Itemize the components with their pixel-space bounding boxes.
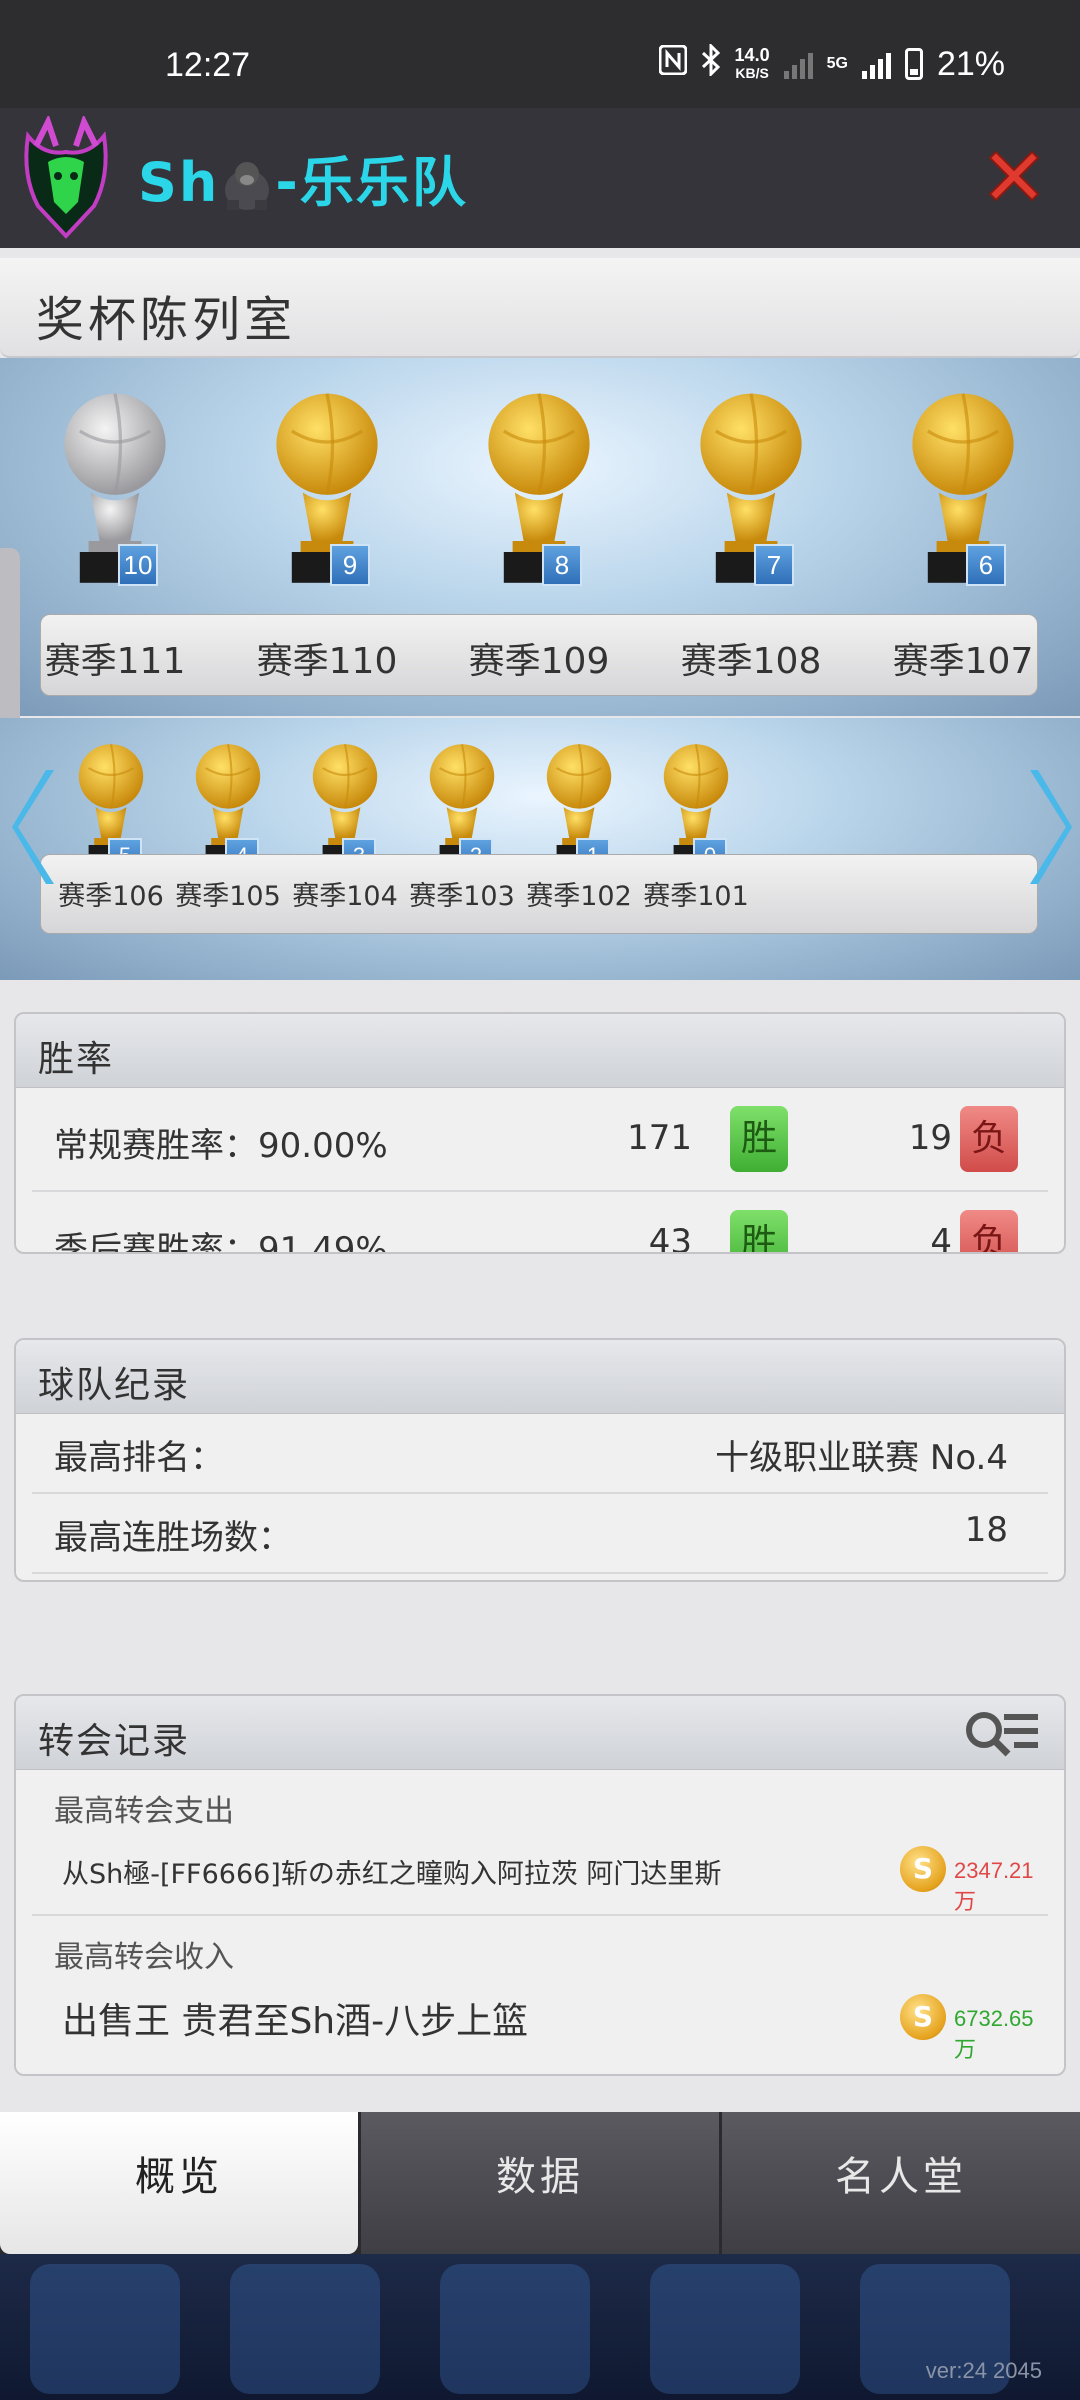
season-label: 赛季108 — [680, 641, 822, 682]
transfer-record-card: 转会记录 最高转会支出 从Sh極-[FF6666]斩の赤红之瞳购入阿拉茨 阿门达… — [14, 1694, 1066, 2076]
win-tag: 胜 — [730, 1106, 788, 1172]
version-text: ver:24 2045 — [925, 2358, 1042, 2383]
coin-icon: S — [900, 1846, 946, 1892]
team-logo — [18, 114, 114, 240]
record-label: 最高排名： — [54, 1438, 224, 1478]
team-panel: 奖杯陈列室 10 9 8 7 6 赛季111 赛季110 赛季109 赛季108… — [0, 248, 1080, 2112]
record-label: 最高连胜场数： — [54, 1518, 292, 1558]
playoff-losses: 4 — [930, 1222, 952, 1254]
season-label: 赛季105 — [175, 881, 281, 912]
team-name-prefix: Sh — [138, 151, 220, 214]
team-header: Sh -乐乐队 — [0, 108, 1080, 248]
nfc-icon — [658, 44, 688, 83]
regular-losses: 19 — [908, 1118, 952, 1158]
trophy-room-title: 奖杯陈列室 — [36, 292, 297, 348]
max-spend-label: 最高转会支出 — [54, 1794, 234, 1829]
background-icon — [440, 2264, 590, 2394]
win-rate-card: 胜率 常规赛胜率：90.00% 171 胜 19 负 季后赛胜率：91.49% … — [14, 1012, 1066, 1254]
regular-season-row: 常规赛胜率：90.00% 171 胜 19 负 — [32, 1088, 1048, 1192]
battery-percent: 21% — [936, 44, 1005, 83]
trophy-rank-badge: 8 — [542, 544, 582, 586]
max-income-amount: 6732.65万 — [954, 2006, 1034, 2062]
bottom-tabs: 概览 数据 名人堂 — [0, 2112, 1080, 2254]
coin-icon: S — [900, 1994, 946, 2040]
tab-overview[interactable]: 概览 — [0, 2112, 358, 2254]
season-label: 赛季110 — [256, 641, 398, 682]
loss-tag: 负 — [960, 1210, 1018, 1252]
max-spend-detail: 从Sh極-[FF6666]斩の赤红之瞳购入阿拉茨 阿门达里斯 — [62, 1859, 722, 1890]
signal-1-icon — [783, 49, 813, 79]
max-spend-row: 最高转会支出 从Sh極-[FF6666]斩の赤红之瞳购入阿拉茨 阿门达里斯 S … — [32, 1770, 1048, 1916]
signal-2-icon — [861, 49, 891, 79]
bluetooth-icon — [701, 42, 721, 84]
network-speed-value: 14.0 — [734, 45, 770, 65]
record-row: 最高排名： 十级职业联赛 No.4 — [32, 1414, 1048, 1494]
win-tag: 胜 — [730, 1210, 788, 1252]
win-rate-title: 胜率 — [38, 1039, 115, 1080]
max-income-detail: 出售王 贵君至Sh酒-八步上篮 — [62, 2001, 529, 2042]
record-value: 18 — [964, 1510, 1008, 1550]
background-icon — [650, 2264, 800, 2394]
max-income-label: 最高转会收入 — [54, 1940, 234, 1975]
max-income-row: 最高转会收入 出售王 贵君至Sh酒-八步上篮 S 6732.65万 — [32, 1916, 1048, 2066]
season-label: 赛季102 — [526, 881, 632, 912]
network-type: 5G — [826, 55, 848, 72]
tab-stats[interactable]: 数据 — [358, 2112, 719, 2254]
team-name: Sh -乐乐队 — [138, 138, 468, 217]
trophy-rank-badge: 6 — [966, 544, 1006, 586]
background-icon — [30, 2264, 180, 2394]
season-label: 赛季103 — [409, 881, 515, 912]
team-name-suffix: -乐乐队 — [275, 151, 468, 214]
battery-icon — [904, 48, 923, 80]
playoff-label: 季后赛胜率：91.49% — [54, 1230, 388, 1254]
trophy-rank-badge: 9 — [330, 544, 370, 586]
trophy-rank-badge: 10 — [118, 544, 158, 586]
trophy-shelf-small: 5 4 3 2 1 0 — [0, 718, 1080, 980]
gorilla-emoji-icon — [219, 160, 275, 212]
season-label: 赛季106 — [58, 881, 164, 912]
search-list-icon[interactable] — [962, 1706, 1042, 1762]
arrow-right-icon[interactable] — [1018, 762, 1078, 892]
max-spend-amount: 2347.21万 — [954, 1858, 1034, 1914]
network-speed-unit: KB/S — [735, 65, 769, 81]
transfer-record-header: 转会记录 — [16, 1696, 1064, 1770]
season-label: 赛季109 — [468, 641, 610, 682]
network-speed: 14.0 KB/S — [735, 46, 770, 82]
tab-hall-of-fame[interactable]: 名人堂 — [719, 2112, 1080, 2254]
close-button[interactable] — [982, 144, 1046, 208]
trophy-rank-badge: 7 — [754, 544, 794, 586]
season-label: 赛季101 — [643, 881, 749, 912]
status-time: 12:27 — [165, 46, 251, 84]
record-row: 最高连胜场数： 18 — [32, 1494, 1048, 1574]
trophy-shelf-large: 10 9 8 7 6 赛季111 赛季110 赛季109 赛季108 赛季107 — [0, 358, 1080, 716]
regular-wins: 171 — [627, 1118, 692, 1158]
transfer-record-title: 转会记录 — [38, 1721, 191, 1762]
team-record-card: 球队纪录 最高排名： 十级职业联赛 No.4 最高连胜场数： 18 最大净胜分：239 — [14, 1338, 1066, 1582]
team-record-title: 球队纪录 — [38, 1365, 191, 1406]
arrow-left-icon[interactable] — [6, 762, 66, 892]
playoff-wins: 43 — [648, 1222, 692, 1254]
record-value: 十级职业联赛 No.4 — [715, 1438, 1008, 1478]
regular-season-label: 常规赛胜率：90.00% — [54, 1126, 388, 1166]
team-record-header: 球队纪录 — [16, 1340, 1064, 1414]
loss-tag: 负 — [960, 1106, 1018, 1172]
season-label: 赛季104 — [292, 881, 398, 912]
record-row: 最大净胜分：239 — [32, 1574, 1048, 1580]
trophy-room-header: 奖杯陈列室 — [0, 258, 1080, 358]
playoff-row: 季后赛胜率：91.49% 43 胜 4 负 — [32, 1192, 1048, 1254]
status-bar: 12:27 14.0 KB/S 5G 21% — [0, 0, 1080, 110]
status-icons: 14.0 KB/S 5G 21% — [658, 42, 1005, 84]
season-label: 赛季111 — [44, 641, 186, 682]
win-rate-header: 胜率 — [16, 1014, 1064, 1088]
close-icon — [988, 150, 1040, 202]
game-background: ver:24 2045 — [0, 2254, 1080, 2400]
season-label: 赛季107 — [892, 641, 1034, 682]
background-icon — [230, 2264, 380, 2394]
